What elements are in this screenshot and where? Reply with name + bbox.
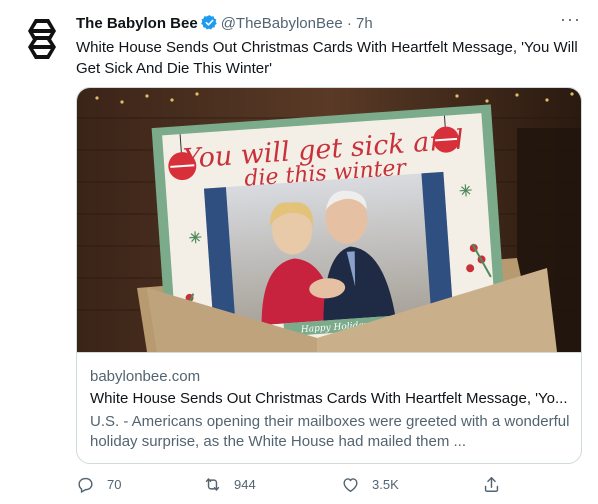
card-title[interactable]: White House Sends Out Christmas Cards Wi… (90, 389, 570, 409)
more-icon[interactable]: ··· (560, 10, 580, 32)
author-name[interactable]: The Babylon Bee (76, 15, 198, 32)
share-icon (484, 476, 499, 492)
card-meta: babylonbee.com White House Sends Out Chr… (90, 367, 570, 452)
reply-count: 70 (107, 476, 122, 492)
author-handle[interactable]: @TheBabylonBee (221, 15, 343, 32)
tweet-text: White House Sends Out Christmas Cards Wi… (76, 39, 578, 77)
separator-dot: · (346, 15, 352, 32)
like-count: 3.5K (372, 476, 399, 492)
retweet-count: 944 (234, 476, 256, 492)
bee-logo-icon (18, 14, 66, 62)
verified-badge-icon (200, 15, 217, 30)
retweet-icon (205, 477, 220, 491)
card-domain: babylonbee.com (90, 368, 201, 385)
like-button[interactable]: 3.5K (341, 472, 399, 496)
retweet-button[interactable]: 944 (203, 472, 256, 496)
tweet-header: The Babylon Bee @TheBabylonBee · 7h (76, 14, 576, 34)
action-bar: 70 944 3.5K (76, 472, 580, 496)
card-image[interactable]: You will get sick and die this winter Ha… (77, 88, 581, 353)
share-button[interactable] (482, 472, 513, 496)
reply-icon (78, 477, 93, 493)
card-description: U.S. - Americans opening their mailboxes… (90, 413, 570, 450)
avatar[interactable] (18, 14, 66, 62)
card-illustration: You will get sick and die this winter Ha… (77, 88, 581, 352)
like-icon (343, 477, 358, 492)
reply-button[interactable]: 70 (76, 472, 121, 496)
link-card[interactable]: You will get sick and die this winter Ha… (76, 87, 582, 464)
tweet-timestamp[interactable]: 7h (356, 15, 373, 32)
